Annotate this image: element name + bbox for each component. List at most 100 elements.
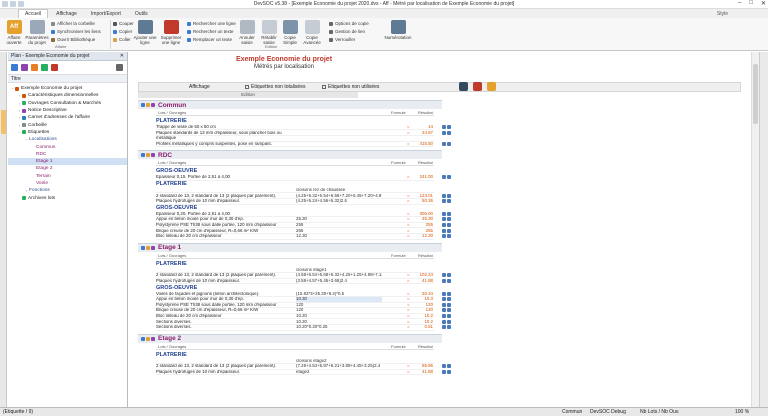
copy-line-icon[interactable] (442, 297, 446, 302)
copy-line-icon[interactable] (442, 141, 446, 146)
folder-icon[interactable] (31, 64, 38, 71)
tree-item[interactable]: RDC (8, 151, 127, 158)
copy-line-icon[interactable] (442, 199, 446, 204)
ouvrage-line[interactable]: Trappe de visite de 50 x 50 cm = 14 (156, 124, 451, 131)
copy-line-icon[interactable] (442, 228, 446, 233)
ouvrage-line[interactable]: métallique (156, 136, 434, 142)
tab-accueil[interactable]: Accueil (18, 9, 49, 18)
vertical-scrollbar[interactable] (751, 52, 759, 407)
formule-cell[interactable]: (3.58+4.57+5.45+3.68)2.4 (296, 279, 382, 284)
delete-small-icon[interactable] (51, 64, 58, 71)
tree-item[interactable]: › Fonctions (8, 187, 127, 194)
tree-item[interactable]: Archives lots (8, 194, 127, 201)
formule-cell[interactable]: 25.30 (296, 217, 382, 222)
parametres-button[interactable]: Paramètres du projet (25, 20, 49, 45)
gear-icon[interactable] (116, 64, 123, 71)
ouvrage-line[interactable]: Polystyrène PSE Th38 sous dalle portée, … (156, 222, 451, 229)
link-line-icon[interactable] (447, 125, 451, 129)
tree-item[interactable]: Voirie (8, 180, 127, 187)
section-action-icon[interactable] (141, 245, 145, 250)
ouvrage-line[interactable]: cloisons étage1 (156, 268, 434, 274)
copy-line-icon[interactable] (442, 308, 446, 313)
ouvrage-line[interactable]: Plaques hydrofuges de 10 mm d'épaisseur.… (156, 198, 451, 205)
copy-line-icon[interactable] (442, 325, 446, 330)
check-non-totalisees[interactable]: Etiquettes non totalisées (245, 84, 305, 90)
side-tab-plan[interactable] (1, 110, 6, 134)
afficher-corbeille-button[interactable]: Afficher la corbeille (51, 21, 95, 26)
ouvrage-line[interactable]: 2 standard de 13, 2 standard de 13 (2 pl… (156, 273, 451, 279)
link-line-icon[interactable] (447, 325, 451, 330)
ouvrage-line[interactable]: 2 standard de 13, 2 standard de 13 (2 pl… (156, 364, 451, 370)
formule-cell[interactable]: cloisons étage2 (296, 359, 382, 364)
formule-cell[interactable]: (7.25+4.54+5.87+6.21+3.89+4.45+3.25)2.4 (296, 364, 382, 369)
tree-item[interactable]: › Notice Descriptive (8, 107, 127, 114)
ouvrage-line[interactable]: Bloc linteau de 20 cm d'épaisseur 12.30 = 1… (156, 233, 451, 240)
check-non-utilisees[interactable]: Etiquettes non utilisées (322, 84, 379, 90)
copy-line-icon[interactable] (442, 319, 446, 324)
close-button[interactable]: ✕ (761, 0, 766, 7)
formule-cell[interactable]: 255 (296, 223, 382, 228)
tree-item[interactable]: › Caractéristiques dimensionnelles (8, 92, 127, 99)
formule-cell[interactable]: 120 (296, 303, 382, 308)
copier-button[interactable]: Copier (113, 29, 132, 34)
ouvrage-line[interactable]: Voiles de façades et pignons (béton arch… (156, 291, 451, 297)
copy-line-icon[interactable] (442, 370, 446, 374)
copy-line-icon[interactable] (442, 234, 446, 239)
tree-item[interactable]: − Localisations (8, 136, 127, 143)
tree-item[interactable]: Etage 2 (8, 165, 127, 172)
ajouter-ligne-button[interactable]: Ajouter une ligne (133, 20, 157, 45)
link-line-icon[interactable] (447, 370, 451, 374)
undo-icon[interactable] (10, 1, 16, 7)
section-header[interactable]: Commun (138, 100, 442, 109)
options-copie-button[interactable]: Options de copie (329, 21, 369, 26)
numerotation-button[interactable]: Numérotation (384, 20, 412, 40)
zoom-level[interactable]: 100 % (735, 409, 749, 415)
link-line-icon[interactable] (447, 308, 451, 313)
tab-affichage[interactable]: Affichage (50, 10, 83, 18)
ouvrage-line[interactable]: Sections diverses. 10.20 = 10.2 (156, 319, 451, 325)
link-line-icon[interactable] (447, 279, 451, 283)
ouvrage-line[interactable]: Plaques hydrofuges de 10 mm d'épaisseur.… (156, 369, 451, 376)
tree-item[interactable]: Etage 1 (8, 157, 127, 166)
tree-item[interactable]: Terrain (8, 173, 127, 180)
copy-line-icon[interactable] (442, 364, 446, 369)
link-line-icon[interactable] (447, 302, 451, 307)
scrollbar-thumb[interactable] (753, 64, 758, 124)
link-line-icon[interactable] (447, 223, 451, 227)
section-header[interactable]: Etage 2 (138, 333, 442, 343)
formule-cell[interactable]: 255 (296, 229, 382, 234)
pdf-icon[interactable] (473, 82, 482, 91)
copy-line-icon[interactable] (442, 291, 446, 296)
link-line-icon[interactable] (447, 211, 451, 216)
link-line-icon[interactable] (447, 193, 451, 198)
ouvrage-line[interactable]: Brique creuse de 20 cm d'épaisseur, R=0,… (156, 308, 451, 314)
link-line-icon[interactable] (447, 297, 451, 302)
ouvrage-line[interactable]: Plaques standards de 13 mm d'épaisseur, … (156, 130, 451, 136)
ouvrage-line[interactable]: 2 standard de 13, 2 standard de 13 (2 pl… (156, 193, 451, 199)
link-line-icon[interactable] (447, 291, 451, 296)
synchroniser-button[interactable]: Synchroniser les liens (51, 29, 101, 34)
supprimer-ligne-button[interactable]: Supprimer une ligne (159, 20, 183, 45)
link-line-icon[interactable] (447, 364, 451, 369)
copy-line-icon[interactable] (442, 223, 446, 227)
ouvrage-line[interactable]: Appui en béton moulé pour mur de 0,30 d'… (156, 217, 451, 223)
link-line-icon[interactable] (447, 319, 451, 324)
maximize-button[interactable]: □ (749, 0, 753, 7)
section-action-icon[interactable] (146, 245, 150, 250)
ouvrage-line[interactable]: cloisons étage2 (156, 359, 434, 365)
section-action-icon[interactable] (141, 103, 145, 107)
link-line-icon[interactable] (447, 141, 451, 146)
tree-item[interactable]: − Etiquettes (8, 129, 127, 136)
formule-cell[interactable]: 10.20 (296, 320, 382, 325)
tree-item[interactable]: › Carnet d'adresses de l'affaire (8, 114, 127, 121)
copie-avancee-button[interactable]: Copie Avancée (301, 20, 323, 45)
link-line-icon[interactable] (447, 199, 451, 204)
couper-button[interactable]: Couper (113, 21, 134, 26)
formule-cell[interactable]: (4.25+5.24+4.56+5.32)2.6 (296, 199, 382, 204)
copy-line-icon[interactable] (442, 314, 446, 318)
link-line-icon[interactable] (447, 234, 451, 239)
formule-cell[interactable]: étage2 (296, 370, 382, 375)
copy-line-icon[interactable] (442, 302, 446, 307)
ouvrir-bibliotheque-button[interactable]: Ouvrir Bibliothèque (51, 37, 95, 42)
link-line-icon[interactable] (447, 273, 451, 278)
